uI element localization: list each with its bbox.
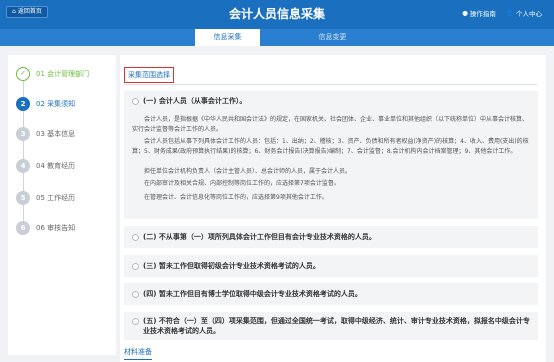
- option-card-3[interactable]: (三) 暂未工作但取得初级会计专业技术资格考试的人员。: [124, 255, 538, 277]
- section-divider: [124, 84, 538, 85]
- step-2[interactable]: 2 02 采集须知: [16, 97, 75, 111]
- step-number: 2: [16, 97, 30, 111]
- option-1-para-1: 会计人员，是指根据《中华人民共和国会计法》的规定，在国家机关、社会团体、企业、事…: [132, 116, 529, 133]
- step-6[interactable]: 6 06 审核告知: [16, 221, 75, 235]
- step-label: 02 采集须知: [36, 100, 76, 108]
- main-content: 采集范围选择 (一) 会计人员（从事会计工作）。 会计人员，是指根据《中华人民共…: [120, 55, 546, 362]
- user-icon: 👤: [505, 9, 514, 17]
- step-label: 05 工作经历: [36, 194, 76, 202]
- step-number: 4: [16, 159, 30, 173]
- step-3[interactable]: 3 03 基本信息: [16, 127, 75, 141]
- radio-button[interactable]: [132, 97, 139, 105]
- user-center-link[interactable]: 👤 个人中心: [506, 8, 542, 18]
- radio-button[interactable]: [132, 317, 139, 325]
- user-center-label: 个人中心: [516, 10, 542, 18]
- step-number: 3: [16, 127, 30, 141]
- radio-button[interactable]: [132, 233, 139, 241]
- option-4-title: (四) 暂未工作但目有博士学位取得中级会计专业技术资格考试的人员。: [132, 289, 362, 299]
- option-1-title: (一) 会计人员（从事会计工作）。: [132, 96, 246, 106]
- option-4-text: (四) 暂未工作但目有博士学位取得中级会计专业技术资格考试的人员。: [143, 290, 362, 298]
- step-sidebar: ✓ 01 会计管理部门 2 02 采集须知 3 03 基本信息 4 04 教育经…: [8, 55, 116, 355]
- option-1-para-3: 担任单位会计机构负责人（会计主管人员）、总会计师的人员，属于会计人员。: [144, 168, 352, 175]
- step-number: 6: [16, 221, 30, 235]
- check-icon: ✓: [16, 67, 30, 81]
- option-card-1[interactable]: (一) 会计人员（从事会计工作）。 会计人员，是指根据《中华人民共和国会计法》的…: [124, 91, 538, 219]
- step-label: 06 审核告知: [36, 224, 76, 232]
- step-number: 5: [16, 191, 30, 205]
- step-label: 01 会计管理部门: [36, 70, 90, 78]
- step-1[interactable]: ✓ 01 会计管理部门: [16, 67, 89, 81]
- tab-info-change[interactable]: 信息变更: [300, 29, 365, 46]
- option-5-text: (五) 不符合（一）至（四）项采集范围，但通过全国统一考试，取得中级经济、统计、…: [143, 317, 530, 335]
- option-1-para-2: 会计人员包括从事下列具体会计工作的人员：包括：1、出纳；2、稽核；3、资产、负债…: [132, 138, 529, 155]
- header-links: ● 操作指南 👤 个人中心: [462, 8, 542, 18]
- option-1-para-5: 在管理会计、会计信息化等岗位工作的，应选择第9项其他会计工作。: [144, 194, 328, 201]
- guide-link[interactable]: ● 操作指南: [462, 8, 496, 18]
- step-5[interactable]: 5 05 工作经历: [16, 191, 75, 205]
- tab-bar: 信息采集 信息变更: [0, 29, 554, 46]
- info-icon: ●: [462, 9, 468, 17]
- radio-button[interactable]: [132, 290, 139, 298]
- step-label: 03 基本信息: [36, 130, 76, 138]
- step-4[interactable]: 4 04 教育经历: [16, 159, 75, 173]
- step-label: 04 教育经历: [36, 162, 76, 170]
- option-3-text: (三) 暂未工作但取得初级会计专业技术资格考试的人员。: [143, 262, 320, 270]
- option-1-text: (一) 会计人员（从事会计工作）。: [143, 97, 247, 105]
- option-card-2[interactable]: (二) 不从事第（一）项所列具体会计工作但目有会计专业技术资格的人员。: [124, 226, 538, 248]
- option-1-para-4: 在内部审计及相关合规、内部控制等岗位工作的，应选择第7项会计监督。: [144, 180, 340, 187]
- option-5-title: (五) 不符合（一）至（四）项采集范围，但通过全国统一考试，取得中级经济、统计、…: [132, 316, 530, 336]
- guide-label: 操作指南: [469, 10, 496, 18]
- option-2-text: (二) 不从事第（一）项所列具体会计工作但目有会计专业技术资格的人员。: [143, 233, 376, 241]
- option-3-title: (三) 暂未工作但取得初级会计专业技术资格考试的人员。: [132, 261, 320, 271]
- radio-button[interactable]: [132, 262, 139, 270]
- tab-info-collect[interactable]: 信息采集: [195, 29, 260, 46]
- section-title: 采集范围选择: [124, 67, 174, 83]
- option-card-4[interactable]: (四) 暂未工作但目有博士学位取得中级会计专业技术资格考试的人员。: [124, 283, 538, 305]
- top-header: ⌂ 返回首页 会计人员信息采集 ● 操作指南 👤 个人中心: [0, 0, 554, 29]
- option-card-5[interactable]: (五) 不符合（一）至（四）项采集范围，但通过全国统一考试，取得中级经济、统计、…: [124, 312, 538, 340]
- materials-section-title: 材料准备: [124, 347, 152, 360]
- option-2-title: (二) 不从事第（一）项所列具体会计工作但目有会计专业技术资格的人员。: [132, 232, 376, 242]
